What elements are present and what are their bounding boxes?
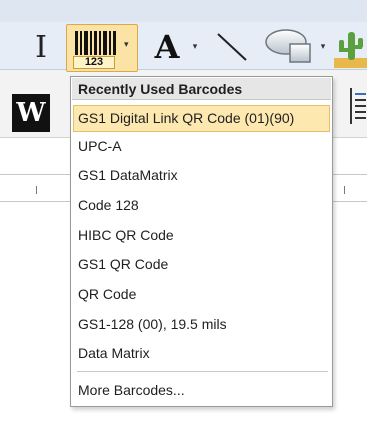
ruler-tick [344,186,345,194]
barcode-button[interactable]: 123 ▾ [66,24,138,72]
menu-item-hibc-qr[interactable]: HIBC QR Code [73,222,330,249]
menu-item-code-128[interactable]: Code 128 [73,192,330,219]
barcode-icon [75,31,117,55]
menu-separator [77,371,328,372]
chevron-down-icon[interactable]: ▾ [190,40,200,52]
menu-item-gs1-datamatrix[interactable]: GS1 DataMatrix [73,162,330,189]
recent-barcodes-menu: Recently Used Barcodes GS1 Digital Link … [70,76,333,407]
align-icon[interactable] [350,84,367,128]
menu-item-upc-a[interactable]: UPC-A [73,133,330,160]
barcode-number-label: 123 [73,56,115,69]
menu-item-gs1-128[interactable]: GS1-128 (00), 19.5 mils [73,311,330,338]
image-icon[interactable] [334,28,367,68]
line-tool-icon[interactable] [214,30,250,64]
menu-item-qr-code[interactable]: QR Code [73,281,330,308]
menu-item-gs1-qr[interactable]: GS1 QR Code [73,251,330,278]
text-tool-icon[interactable]: I [30,27,52,67]
shapes-icon[interactable] [262,26,318,68]
chevron-down-icon[interactable]: ▾ [318,40,328,52]
chevron-down-icon[interactable]: ▾ [124,39,129,50]
menu-item-data-matrix[interactable]: Data Matrix [73,340,330,367]
menu-header: Recently Used Barcodes [72,78,331,100]
bold-text-icon[interactable]: W [12,94,50,132]
title-band [0,0,367,22]
menu-item-more-barcodes[interactable]: More Barcodes... [73,377,330,404]
font-icon[interactable]: A [150,28,184,66]
ruler-tick [36,186,37,194]
menu-item-gs1-digital-link-qr[interactable]: GS1 Digital Link QR Code (01)(90) [73,105,330,132]
